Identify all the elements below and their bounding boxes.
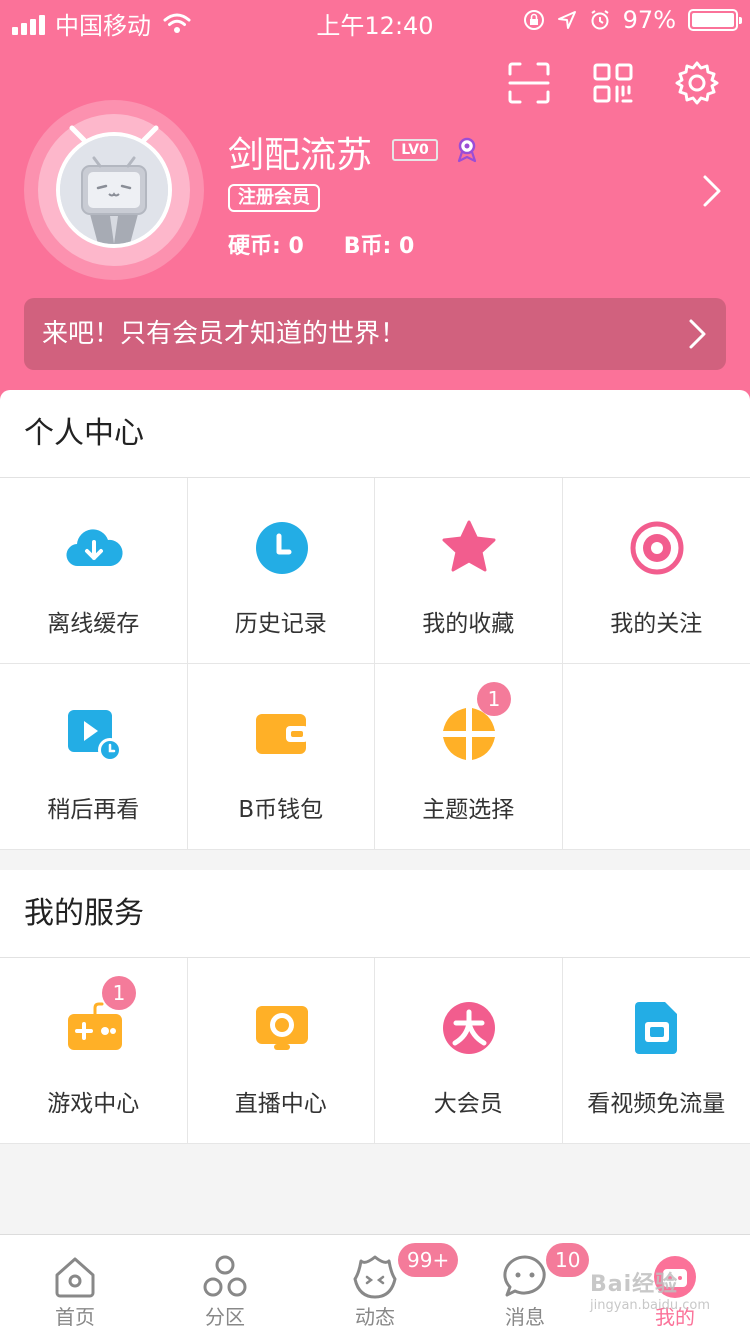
notification-badge: 10 <box>546 1243 590 1277</box>
alarm-icon <box>591 10 609 30</box>
offline-cache-item[interactable]: 离线缓存 <box>0 478 188 664</box>
live-center-item[interactable]: 直播中心 <box>187 958 375 1144</box>
item-label: B币钱包 <box>238 797 324 823</box>
tab-messages[interactable]: 10 消息 <box>450 1235 600 1334</box>
section-title: 个人中心 <box>0 390 750 478</box>
vip-promo-text: 来吧！只有会员才知道的世界！ <box>42 319 407 349</box>
item-label: 主题选择 <box>422 797 515 823</box>
item-label: 大会员 <box>433 1091 503 1117</box>
vip-promo-banner[interactable]: 来吧！只有会员才知道的世界！ <box>24 298 726 370</box>
location-icon <box>557 11 576 29</box>
star-icon <box>442 520 496 572</box>
profile-header: 中国移动 上午12:40 97% 剑配流苏 LV0 注册会员 硬币: 0 B币:… <box>0 0 750 400</box>
home-icon <box>55 1257 95 1298</box>
section-title: 我的服务 <box>0 870 750 958</box>
battery-icon <box>688 9 742 31</box>
bcoins-count: B币: 0 <box>343 234 415 259</box>
coins-count: 硬币: 0 <box>228 234 304 259</box>
notification-badge: 1 <box>477 682 511 716</box>
free-data-item[interactable]: 看视频免流量 <box>562 958 750 1144</box>
favorites-item[interactable]: 我的收藏 <box>375 478 563 664</box>
following-item[interactable]: 我的关注 <box>562 478 750 664</box>
download-cloud-icon <box>66 529 123 567</box>
level-badge: LV0 <box>392 139 438 161</box>
coin-balance: 硬币: 0 B币: 0 <box>228 228 414 260</box>
watermark-url: jingyan.baidu.com <box>590 1298 710 1313</box>
item-label: 离线缓存 <box>47 611 140 637</box>
username: 剑配流苏 <box>228 135 373 176</box>
tab-dynamic[interactable]: 99+ 动态 <box>300 1235 459 1334</box>
follow-target-icon <box>630 521 683 575</box>
settings-gear-icon[interactable] <box>674 60 720 106</box>
personal-center-section: 个人中心 离线缓存 历史记录 我的收藏 我的关注 稍后再看 B币钱包 1 主题选… <box>0 390 750 850</box>
tab-label: 分区 <box>205 1305 245 1329</box>
item-label: 直播中心 <box>234 1091 327 1117</box>
notification-badge: 1 <box>102 976 136 1010</box>
tab-label: 首页 <box>55 1305 95 1329</box>
chevron-right-icon <box>689 319 706 349</box>
dynamic-icon <box>353 1255 397 1299</box>
item-label: 我的关注 <box>610 611 703 637</box>
watch-later-item[interactable]: 稍后再看 <box>0 664 188 850</box>
item-label: 我的收藏 <box>422 611 515 637</box>
theme-item[interactable]: 1 主题选择 <box>375 664 563 850</box>
battery-percent: 97% <box>622 6 676 34</box>
item-label: 看视频免流量 <box>587 1091 726 1117</box>
profile-chevron-right-icon[interactable] <box>702 174 722 208</box>
big-vip-icon <box>443 1002 495 1054</box>
my-services-section: 我的服务 1 游戏中心 直播中心 大会员 看视频免流量 <box>0 870 750 1144</box>
scan-icon[interactable] <box>506 60 552 106</box>
bcoin-wallet-item[interactable]: B币钱包 <box>187 664 375 850</box>
tab-home[interactable]: 首页 <box>0 1235 150 1334</box>
game-center-item[interactable]: 1 游戏中心 <box>0 958 188 1144</box>
sim-card-icon <box>634 1002 677 1054</box>
baidu-jingyan-watermark: Bai经验 jingyan.baidu.com <box>590 1266 710 1313</box>
rotation-lock-icon <box>523 10 544 30</box>
category-icon <box>203 1255 247 1297</box>
live-tv-icon <box>255 1006 308 1050</box>
watch-later-icon <box>68 710 122 762</box>
tab-category[interactable]: 分区 <box>150 1235 300 1334</box>
vip-medal-icon <box>457 137 477 163</box>
default-avatar-tv-icon <box>60 136 168 244</box>
empty-grid-cell <box>562 664 750 850</box>
qr-code-icon[interactable] <box>590 60 636 106</box>
message-icon <box>503 1255 546 1297</box>
item-label: 稍后再看 <box>47 797 140 823</box>
item-label: 游戏中心 <box>47 1091 140 1117</box>
clock-icon <box>255 522 308 574</box>
tab-label: 消息 <box>505 1305 545 1329</box>
status-bar: 中国移动 上午12:40 97% <box>0 0 750 40</box>
wallet-icon <box>255 714 308 754</box>
member-tag: 注册会员 <box>228 184 320 212</box>
avatar[interactable] <box>56 132 172 248</box>
history-item[interactable]: 历史记录 <box>187 478 375 664</box>
item-label: 历史记录 <box>234 611 327 637</box>
watermark-brand: Bai经验 <box>590 1272 679 1297</box>
tab-label: 动态 <box>355 1305 395 1329</box>
big-vip-item[interactable]: 大会员 <box>375 958 563 1144</box>
